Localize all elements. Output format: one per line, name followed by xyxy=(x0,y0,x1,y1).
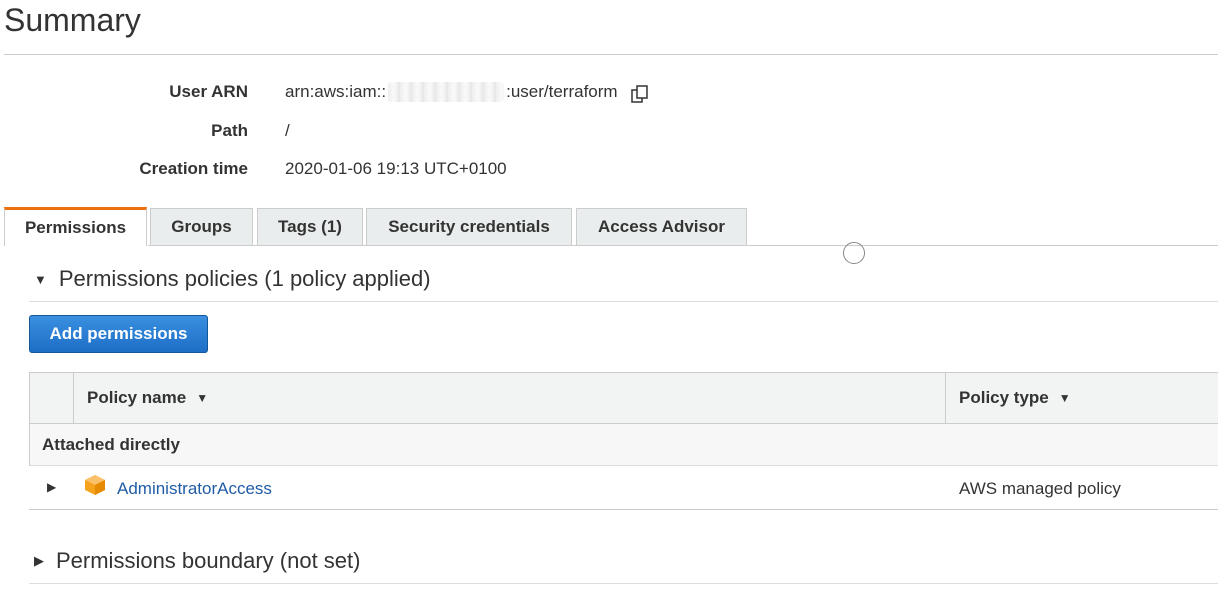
user-arn-prefix: arn:aws:iam:: xyxy=(285,82,387,101)
permissions-policies-toggle[interactable]: ▼ Permissions policies (1 policy applied… xyxy=(34,266,431,292)
add-permissions-button[interactable]: Add permissions xyxy=(29,315,208,353)
policy-type-value: AWS managed policy xyxy=(959,479,1121,498)
path-row: Path / xyxy=(0,121,700,151)
creation-time-row: Creation time 2020-01-06 19:13 UTC+0100 xyxy=(0,159,700,189)
table-row: ▶ AdministratorAccess AWS managed policy xyxy=(29,466,1218,510)
table-header: Policy name ▼ Policy type ▼ xyxy=(29,372,1218,424)
column-divider xyxy=(73,373,74,423)
tab-divider xyxy=(148,245,1218,246)
sort-caret-icon: ▼ xyxy=(196,391,209,405)
caret-down-icon: ▼ xyxy=(34,271,47,287)
policy-name-header-label: Policy name xyxy=(87,388,187,407)
page-title: Summary xyxy=(4,2,141,38)
permissions-boundary-heading: Permissions boundary (not set) xyxy=(56,548,361,573)
section-divider xyxy=(29,301,1218,302)
column-divider xyxy=(945,373,946,423)
policy-name-link[interactable]: AdministratorAccess xyxy=(117,479,272,499)
policy-type-header[interactable]: Policy type ▼ xyxy=(959,373,1071,423)
tab-access-advisor[interactable]: Access Advisor xyxy=(576,208,747,245)
group-label: Attached directly xyxy=(42,435,180,454)
policy-type-header-label: Policy type xyxy=(959,388,1049,407)
caret-right-icon: ▶ xyxy=(34,553,44,568)
creation-time-value: 2020-01-06 19:13 UTC+0100 xyxy=(285,159,507,178)
expand-row-icon[interactable]: ▶ xyxy=(47,480,56,494)
user-arn-value: arn:aws:iam:: :user/terraform xyxy=(285,82,650,104)
permissions-boundary-toggle[interactable]: ▶ Permissions boundary (not set) xyxy=(34,548,360,574)
user-arn-suffix: :user/terraform xyxy=(506,82,618,101)
sort-caret-icon: ▼ xyxy=(1058,391,1071,405)
policy-name-header[interactable]: Policy name ▼ xyxy=(87,373,208,423)
user-arn-row: User ARN arn:aws:iam:: :user/terraform xyxy=(0,82,700,112)
tab-tags[interactable]: Tags (1) xyxy=(257,208,363,245)
permissions-policies-heading: Permissions policies (1 policy applied) xyxy=(58,266,431,291)
creation-time-label: Creation time xyxy=(139,159,248,178)
user-arn-label: User ARN xyxy=(169,82,248,101)
mouse-cursor xyxy=(843,242,865,264)
copy-icon[interactable] xyxy=(630,84,650,104)
tab-security-credentials[interactable]: Security credentials xyxy=(366,208,572,245)
managed-policy-cube-icon xyxy=(84,474,106,496)
title-divider xyxy=(4,54,1218,55)
redacted-account-id xyxy=(388,82,505,102)
tab-bar: Permissions Groups Tags (1) Security cre… xyxy=(4,207,1218,246)
tab-groups[interactable]: Groups xyxy=(150,208,253,245)
group-row: Attached directly xyxy=(29,424,1218,466)
path-label: Path xyxy=(211,121,248,140)
path-value: / xyxy=(285,121,290,140)
tab-permissions[interactable]: Permissions xyxy=(4,207,147,246)
policies-table: Policy name ▼ Policy type ▼ Attached dir… xyxy=(29,372,1218,510)
section-divider xyxy=(29,583,1218,584)
